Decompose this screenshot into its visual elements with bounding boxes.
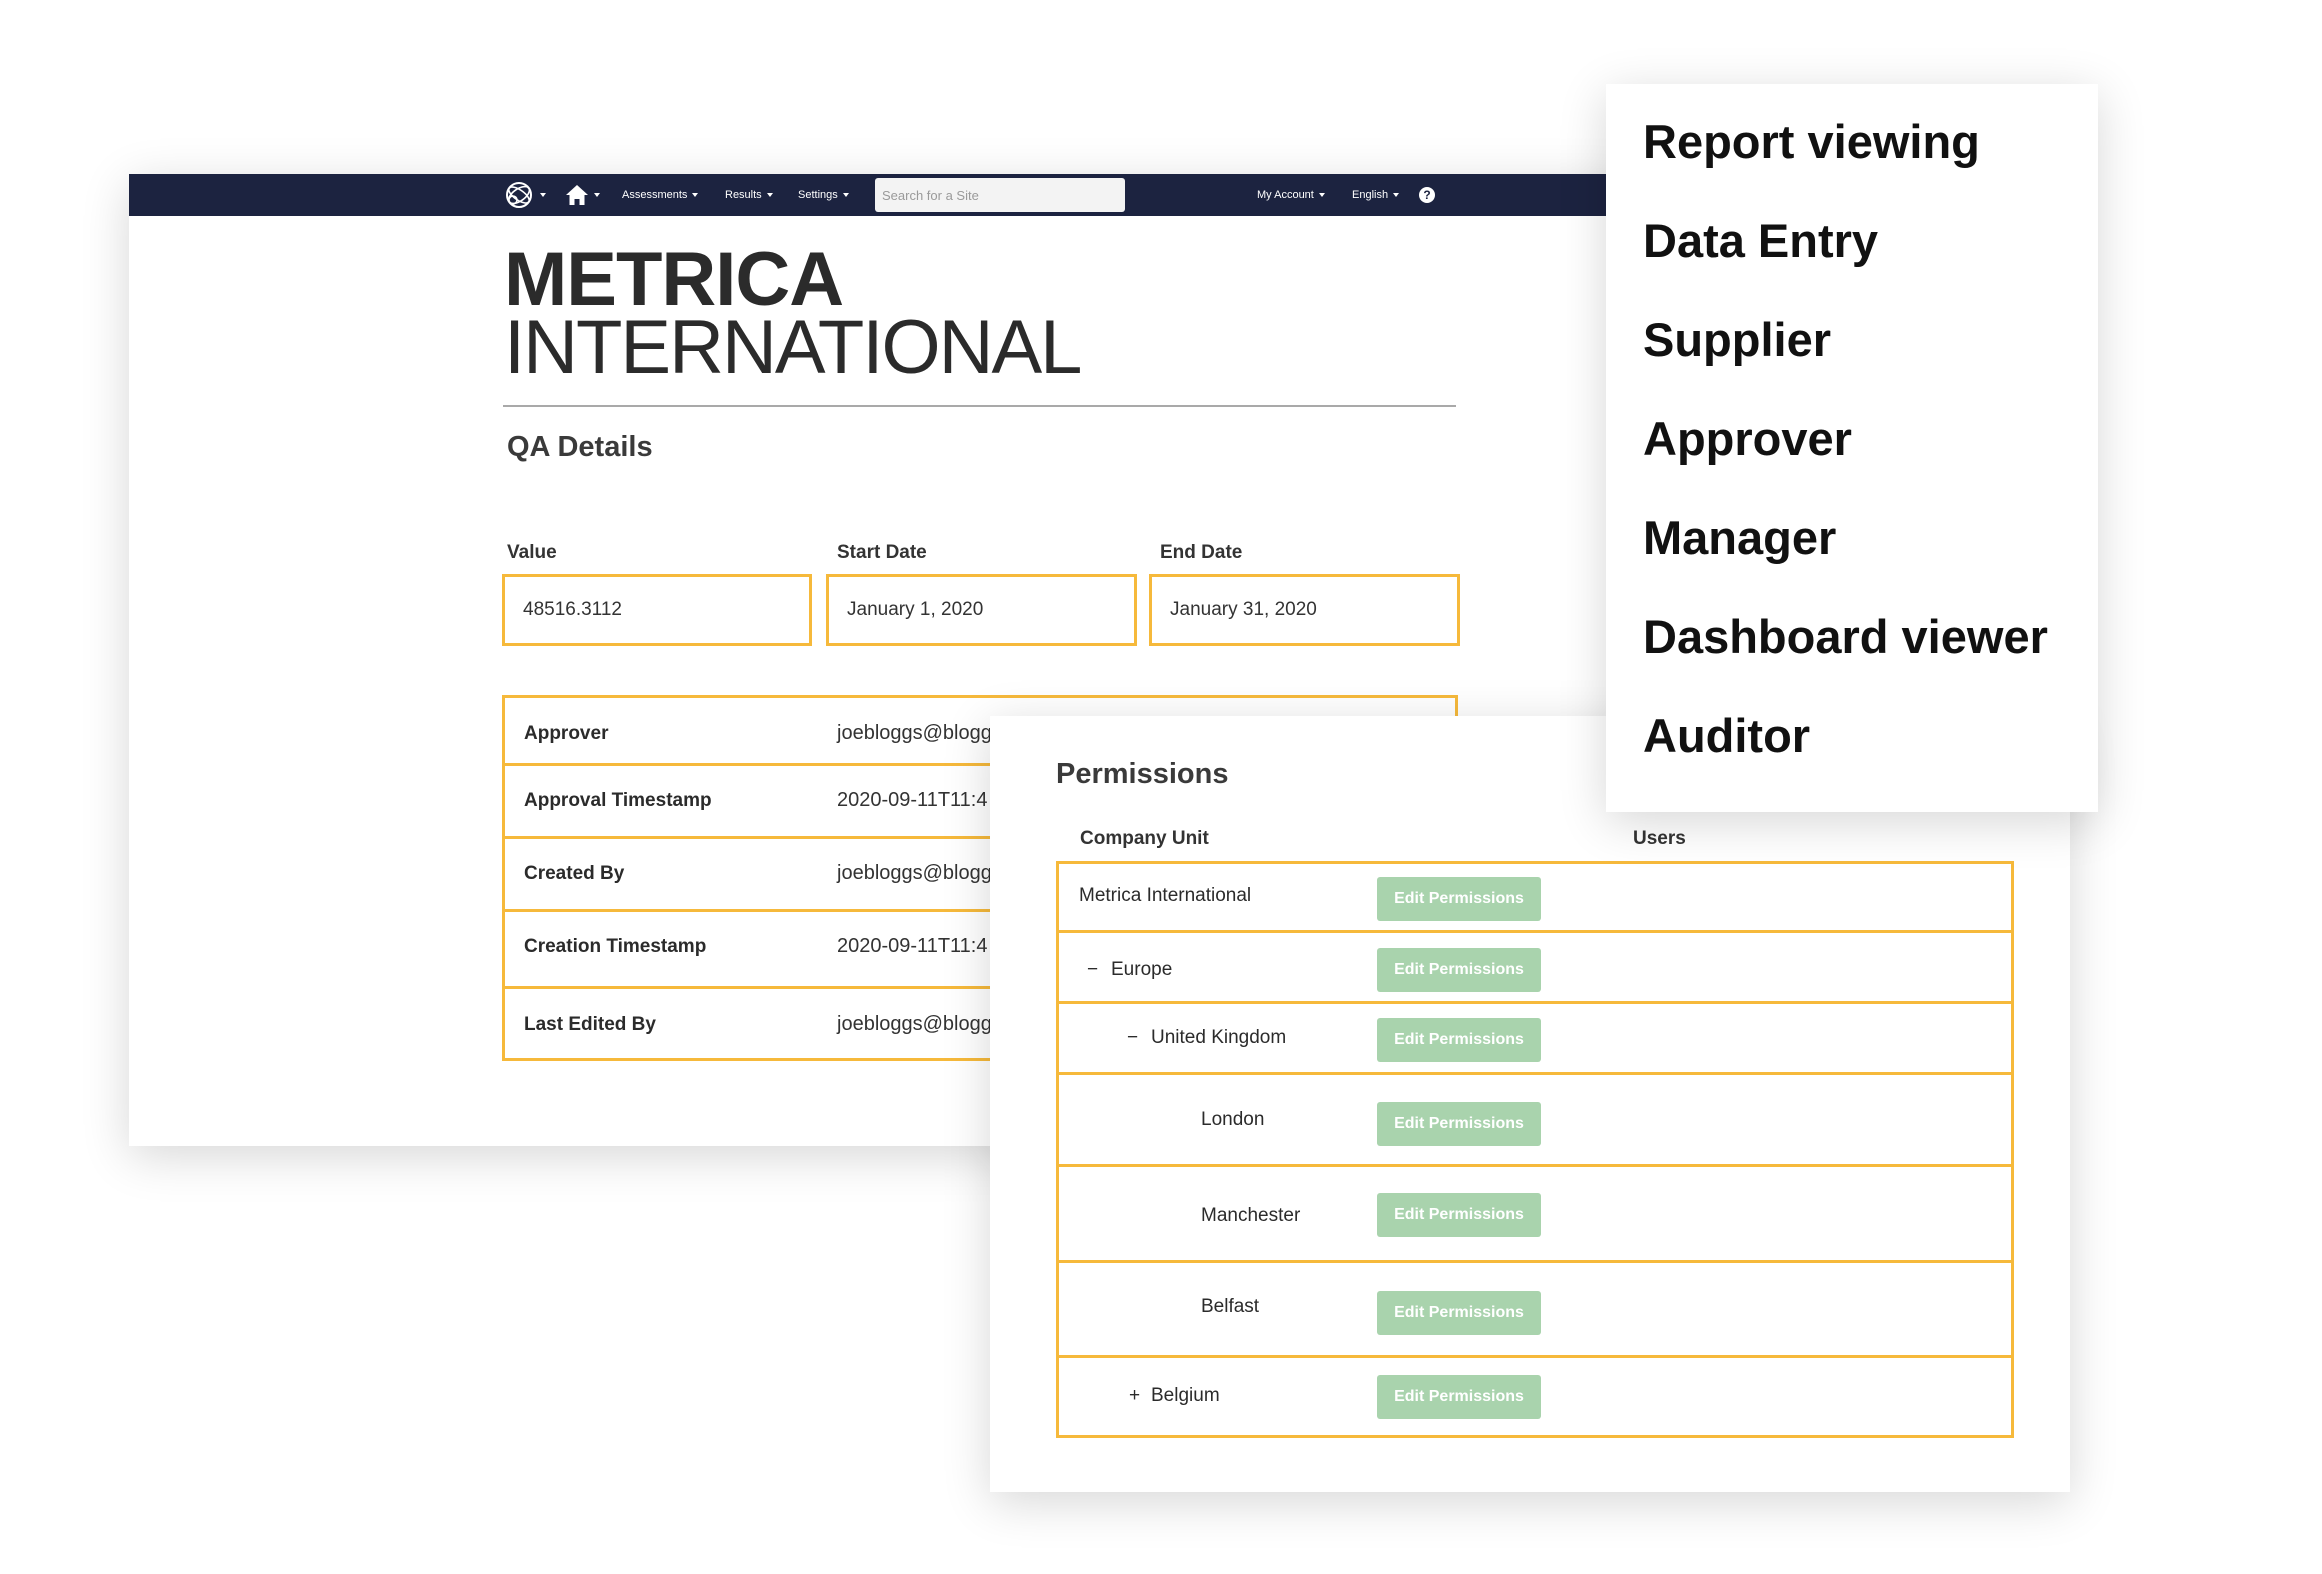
permissions-panel: Permissions Company Unit Users Metrica I… — [990, 716, 2070, 1492]
caret-down-icon — [540, 193, 546, 197]
caret-down-icon — [692, 193, 699, 197]
brand-title-line2: INTERNATIONAL — [504, 305, 1082, 390]
home-icon — [566, 185, 588, 205]
nav-results[interactable]: Results — [725, 174, 773, 216]
qa-details-heading: QA Details — [507, 431, 653, 463]
value-label: Value — [507, 542, 557, 563]
value-field[interactable]: 48516.3112 — [502, 574, 812, 646]
meta-key-last-edited-by: Last Edited By — [524, 1014, 656, 1035]
meta-key-approval-timestamp: Approval Timestamp — [524, 790, 712, 811]
unit-metrica-international[interactable]: Metrica International — [1079, 885, 1251, 907]
edit-permissions-button[interactable]: Edit Permissions — [1377, 1018, 1541, 1062]
edit-permissions-button[interactable]: Edit Permissions — [1377, 1291, 1541, 1335]
row-divider — [1059, 1164, 2011, 1167]
users-column-header: Users — [1633, 828, 1686, 849]
help-icon[interactable]: ? — [1419, 187, 1435, 203]
nav-language-label: English — [1352, 189, 1389, 201]
edit-permissions-button[interactable]: Edit Permissions — [1377, 1375, 1541, 1419]
unit-belgium[interactable]: + Belgium — [1129, 1385, 1220, 1407]
unit-label: Belgium — [1151, 1385, 1220, 1406]
caret-down-icon — [1393, 193, 1400, 197]
nav-my-account-label: My Account — [1257, 189, 1314, 201]
expand-toggle-icon[interactable]: + — [1129, 1385, 1151, 1407]
role-item[interactable]: Approver — [1643, 415, 1852, 462]
caret-down-icon — [1318, 193, 1325, 197]
title-divider — [503, 405, 1456, 407]
top-navbar: Assessments Results Settings My Account … — [129, 174, 1639, 216]
end-date-field[interactable]: January 31, 2020 — [1149, 574, 1460, 646]
unit-london[interactable]: London — [1201, 1109, 1264, 1131]
role-item[interactable]: Manager — [1643, 514, 1836, 561]
row-divider — [1059, 1001, 2011, 1004]
permissions-heading: Permissions — [1056, 758, 1229, 790]
unit-united-kingdom[interactable]: − United Kingdom — [1127, 1027, 1286, 1049]
value-field-text: 48516.3112 — [523, 599, 622, 620]
meta-key-created-by: Created By — [524, 863, 625, 884]
end-date-field-text: January 31, 2020 — [1170, 599, 1317, 620]
home-menu[interactable] — [565, 174, 600, 216]
start-date-field[interactable]: January 1, 2020 — [826, 574, 1137, 646]
unit-label: United Kingdom — [1151, 1027, 1287, 1048]
nav-assessments[interactable]: Assessments — [622, 174, 699, 216]
row-divider — [1059, 930, 2011, 933]
caret-down-icon — [842, 193, 849, 197]
meta-value-creation-timestamp: 2020-09-11T11:4 — [837, 935, 988, 957]
role-item[interactable]: Report viewing — [1643, 118, 1980, 165]
caret-down-icon — [594, 193, 600, 197]
unit-label: Belfast — [1201, 1296, 1260, 1317]
nav-language[interactable]: English — [1352, 174, 1400, 216]
unit-manchester[interactable]: Manchester — [1201, 1205, 1300, 1227]
row-divider — [1059, 1355, 2011, 1358]
role-item[interactable]: Dashboard viewer — [1643, 613, 2048, 660]
role-item[interactable]: Data Entry — [1643, 217, 1878, 264]
unit-label: Europe — [1111, 959, 1173, 980]
collapse-toggle-icon[interactable]: − — [1127, 1027, 1151, 1049]
logo-menu[interactable] — [503, 174, 546, 216]
unit-label: Metrica International — [1079, 885, 1252, 906]
collapse-toggle-icon[interactable]: − — [1087, 959, 1111, 981]
row-divider — [1059, 1072, 2011, 1075]
meta-key-approver: Approver — [524, 723, 609, 744]
meta-key-creation-timestamp: Creation Timestamp — [524, 936, 707, 957]
edit-permissions-button[interactable]: Edit Permissions — [1377, 877, 1541, 921]
role-item[interactable]: Auditor — [1643, 712, 1810, 759]
unit-label: Manchester — [1201, 1205, 1301, 1226]
nav-results-label: Results — [725, 189, 762, 201]
edit-permissions-button[interactable]: Edit Permissions — [1377, 948, 1541, 992]
nav-assessments-label: Assessments — [622, 189, 688, 201]
nav-settings-label: Settings — [798, 189, 838, 201]
permissions-table: Metrica International Edit Permissions −… — [1056, 861, 2014, 1438]
globe-logo-icon — [506, 182, 532, 208]
meta-value-approver: joebloggs@bloggs — [837, 722, 1002, 744]
caret-down-icon — [766, 193, 773, 197]
site-search-input[interactable] — [875, 178, 1125, 212]
unit-label: London — [1201, 1109, 1265, 1130]
start-date-label: Start Date — [837, 542, 927, 563]
edit-permissions-button[interactable]: Edit Permissions — [1377, 1193, 1541, 1237]
row-divider — [1059, 1260, 2011, 1263]
meta-value-approval-timestamp: 2020-09-11T11:4 — [837, 789, 988, 811]
start-date-field-text: January 1, 2020 — [847, 599, 984, 620]
edit-permissions-button[interactable]: Edit Permissions — [1377, 1102, 1541, 1146]
meta-value-last-edited-by: joebloggs@bloggs — [837, 1013, 1002, 1035]
unit-europe[interactable]: − Europe — [1087, 959, 1172, 981]
end-date-label: End Date — [1160, 542, 1243, 563]
nav-my-account[interactable]: My Account — [1257, 174, 1325, 216]
role-item[interactable]: Supplier — [1643, 316, 1831, 363]
nav-settings[interactable]: Settings — [798, 174, 849, 216]
roles-list-panel: Report viewing Data Entry Supplier Appro… — [1606, 84, 2098, 812]
meta-value-created-by: joebloggs@bloggs — [837, 862, 1002, 884]
unit-belfast[interactable]: Belfast — [1201, 1296, 1259, 1318]
company-unit-column-header: Company Unit — [1080, 828, 1209, 849]
